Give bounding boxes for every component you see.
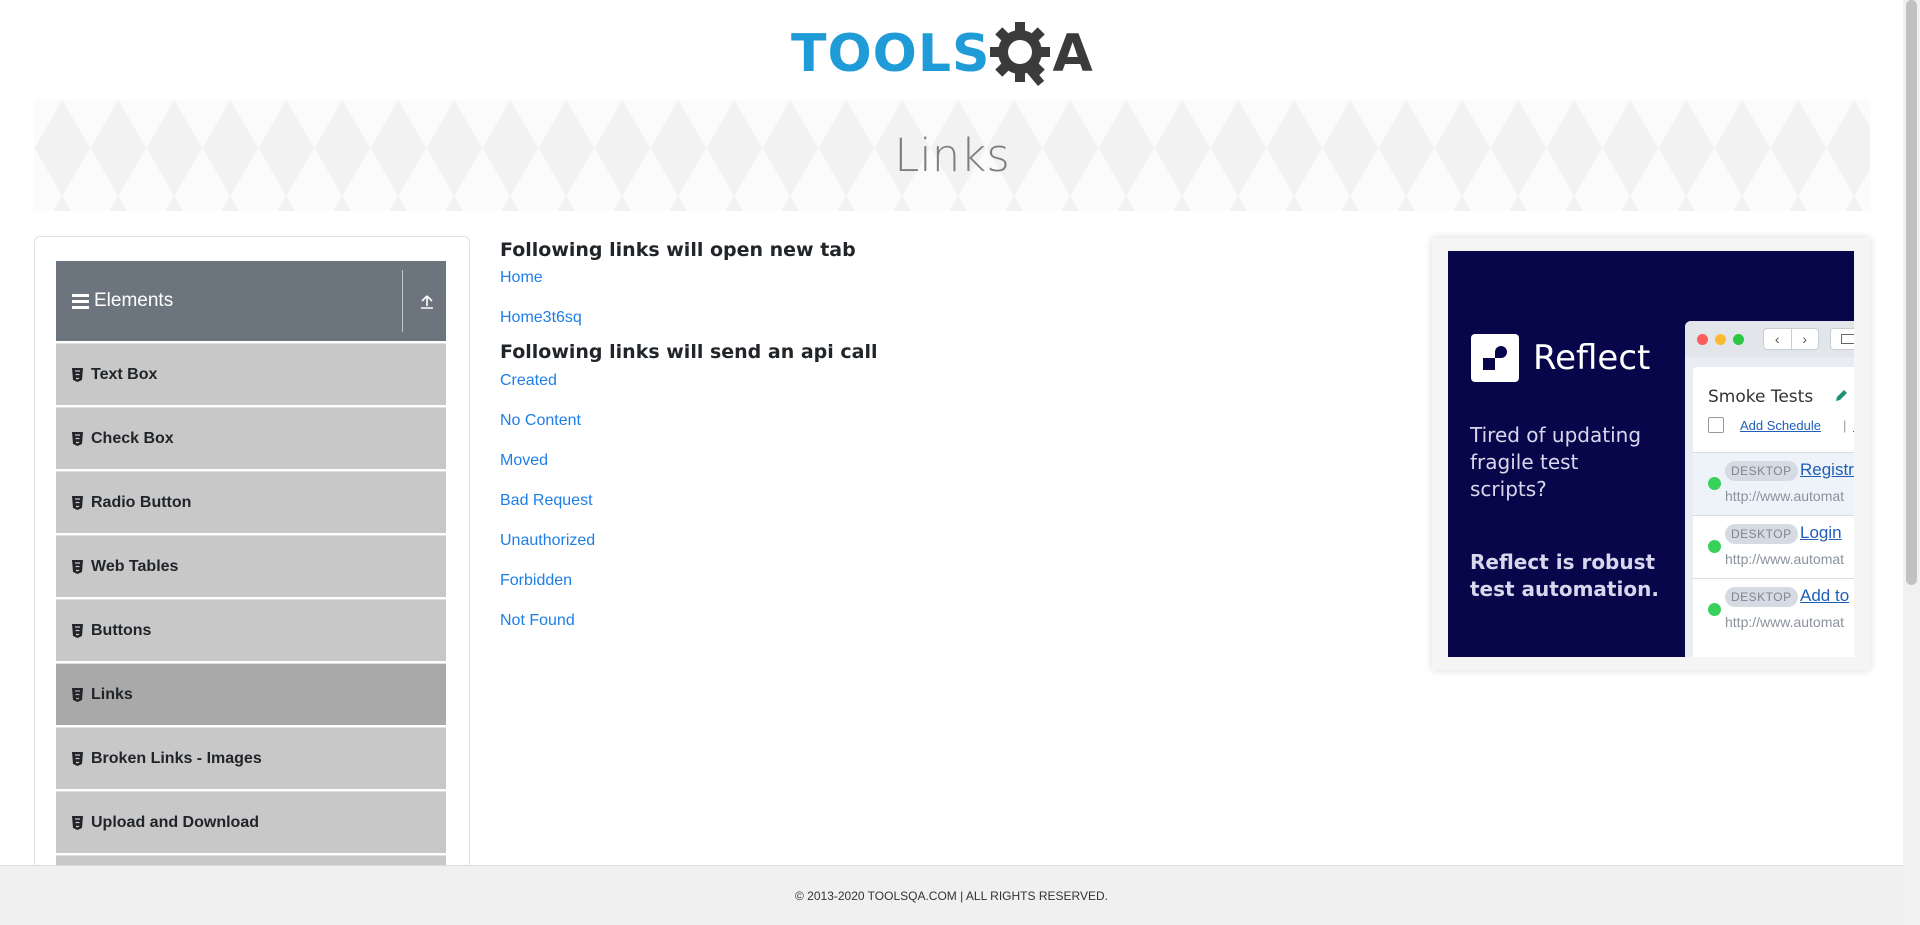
copyright-text: © 2013-2020 TOOLSQA.COM | ALL RIGHTS RES… [795, 888, 1108, 903]
link-unauthorized[interactable]: Unauthorized [500, 531, 1400, 551]
group-title: Elements [94, 290, 174, 311]
sidebar-item-check-box[interactable]: Check Box [56, 407, 446, 469]
link-home-dynamic[interactable]: Home3t6sq [500, 308, 1400, 328]
elements-menu: Text Box Check Box Radio Button Web Tabl… [56, 343, 446, 876]
page-title: Links [894, 129, 1010, 182]
test-list: DESKTOP Registr http://www.automat DESKT… [1693, 452, 1854, 641]
reflect-logo: Reflect [1471, 334, 1650, 382]
sidebar-item-label: Text Box [91, 365, 158, 383]
link-created[interactable]: Created [500, 371, 1400, 391]
add-schedule-link: Add Schedule [1740, 418, 1821, 433]
sidebar-item-label: Check Box [91, 429, 174, 447]
gear-q-icon [990, 22, 1051, 86]
sidebar-item-label: Links [91, 685, 133, 703]
test-url: http://www.automat [1725, 614, 1845, 630]
separator: | [1843, 418, 1847, 433]
ad-subline: Reflect is robust test automation. [1470, 550, 1659, 601]
page-scrollbar[interactable] [1903, 0, 1920, 925]
platform-badge: DESKTOP [1725, 524, 1798, 544]
toolsqa-logo[interactable]: TOOLS A [791, 14, 1115, 94]
html5-icon [72, 687, 83, 702]
status-dot-icon [1708, 540, 1721, 553]
html5-icon [72, 559, 83, 574]
smoke-tests-panel: Smoke Tests Add Schedule | Ru DESKTOP Re… [1693, 367, 1854, 657]
elements-group-header[interactable]: Elements [56, 261, 446, 341]
sidebar-item-text-box[interactable]: Text Box [56, 343, 446, 405]
html5-icon [72, 431, 83, 446]
test-link: Login [1800, 523, 1842, 542]
platform-badge: DESKTOP [1725, 587, 1798, 607]
reflect-brand-name: Reflect [1533, 338, 1651, 378]
chevron-right-icon: › [1802, 331, 1808, 347]
left-panel: Elements Text Box Check Box Radio Button… [34, 236, 470, 876]
sidebar-item-broken-links-images[interactable]: Broken Links - Images [56, 727, 446, 789]
sidebar-item-label: Radio Button [91, 493, 192, 511]
sidebar-item-web-tables[interactable]: Web Tables [56, 535, 446, 597]
logo-text-a: A [1052, 24, 1094, 84]
ad-browser-mockup: ‹› Smoke Tests Add Schedule | Ru DESKTOP… [1685, 321, 1854, 657]
page-banner: Links [34, 100, 1870, 211]
links-content: Following links will open new tab Home H… [500, 236, 1400, 631]
sidebar-toggle-icon [1830, 328, 1854, 350]
test-url: http://www.automat [1725, 488, 1845, 504]
header: TOOLS A [0, 0, 1900, 98]
calendar-icon [1708, 417, 1724, 433]
link-forbidden[interactable]: Forbidden [500, 571, 1400, 591]
test-row: DESKTOP Login http://www.automat [1693, 515, 1854, 578]
footer: © 2013-2020 TOOLSQA.COM | ALL RIGHTS RES… [0, 865, 1903, 925]
pencil-icon [1836, 390, 1847, 401]
link-moved[interactable]: Moved [500, 451, 1400, 471]
logo-text-tools: TOOLS [791, 24, 991, 84]
html5-icon [72, 623, 83, 638]
maximize-dot-icon [1733, 334, 1744, 345]
link-home[interactable]: Home [500, 268, 1400, 288]
sidebar-item-label: Buttons [91, 621, 152, 639]
hamburger-icon [72, 293, 89, 309]
browser-toolbar: ‹ › [1685, 321, 1854, 357]
link-bad-request[interactable]: Bad Request [500, 491, 1400, 511]
test-url: http://www.automat [1725, 551, 1845, 567]
ad-tagline: Tired of updating fragile test scripts? [1470, 423, 1642, 501]
test-link: Add to [1800, 586, 1850, 605]
link-not-found[interactable]: Not Found [500, 611, 1400, 631]
reflect-logo-icon [1471, 334, 1519, 382]
sidebar-item-radio-button[interactable]: Radio Button [56, 471, 446, 533]
chevron-left-icon: ‹ [1764, 329, 1792, 349]
test-row: DESKTOP Add to http://www.automat [1693, 578, 1854, 641]
test-link: Registr [1800, 460, 1854, 479]
api-call-heading: Following links will send an api call [500, 341, 878, 363]
sidebar-item-upload-and-download[interactable]: Upload and Download [56, 791, 446, 853]
close-dot-icon [1697, 334, 1708, 345]
new-tab-heading: Following links will open new tab [500, 239, 856, 261]
scrollbar-thumb[interactable] [1906, 0, 1917, 585]
sidebar-item-label: Web Tables [91, 557, 179, 575]
html5-icon [72, 495, 83, 510]
reflect-ad[interactable]: Reflect Tired of updating fragile test s… [1448, 251, 1854, 657]
html5-icon [72, 751, 83, 766]
minimize-dot-icon [1715, 334, 1726, 345]
platform-badge: DESKTOP [1725, 461, 1798, 481]
status-dot-icon [1708, 477, 1721, 490]
run-link: Ru [1853, 418, 1854, 433]
divider [402, 270, 403, 332]
status-dot-icon [1708, 603, 1721, 616]
collapse-up-icon[interactable] [419, 294, 435, 310]
html5-icon [72, 815, 83, 830]
html5-icon [72, 367, 83, 382]
link-no-content[interactable]: No Content [500, 411, 1400, 431]
sidebar-item-buttons[interactable]: Buttons [56, 599, 446, 661]
sidebar-item-label: Upload and Download [91, 813, 259, 831]
sidebar-item-label: Broken Links - Images [91, 749, 262, 767]
sidebar-item-links[interactable]: Links [56, 663, 446, 725]
browser-nav-buttons: ‹ › [1763, 328, 1819, 350]
test-row: DESKTOP Registr http://www.automat [1693, 452, 1854, 515]
panel-title: Smoke Tests [1708, 387, 1814, 407]
